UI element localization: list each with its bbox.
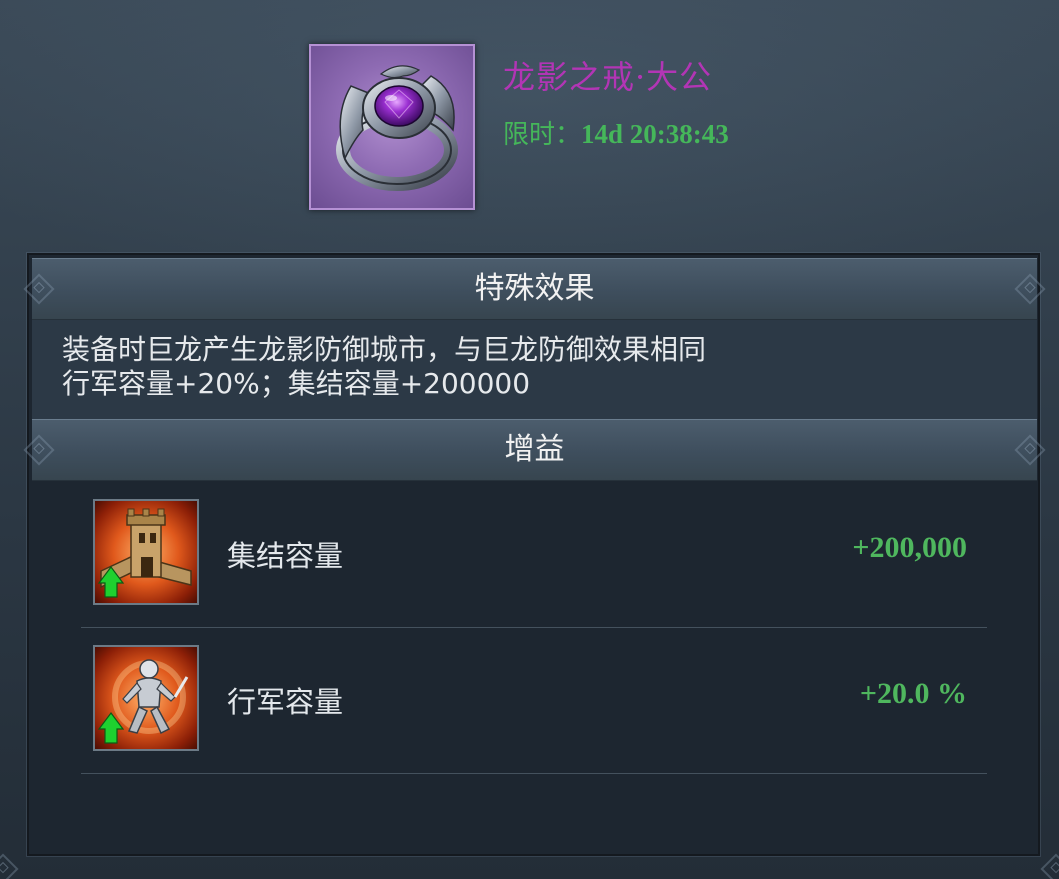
header-ornament-left xyxy=(23,273,55,305)
marching-soldier-icon xyxy=(97,659,189,744)
special-effect-title: 特殊效果 xyxy=(474,271,595,306)
corner-ornament-left xyxy=(0,853,19,879)
corner-ornament-right xyxy=(1040,853,1059,879)
dragon-ring-icon xyxy=(336,65,458,191)
header-ornament-right xyxy=(1014,273,1046,305)
rally-capacity-icon xyxy=(93,499,199,605)
effects-panel: 特殊效果 装备时巨龙产生龙影防御城市，与巨龙防御效果相同 行军容量+20%；集结… xyxy=(23,253,1046,856)
castle-tower-icon xyxy=(97,508,192,598)
item-name: 龙影之戒·大公 xyxy=(503,58,713,96)
buff-value: +200,000 xyxy=(852,531,967,564)
gain-header: 增益 xyxy=(23,419,1046,481)
description-line: 行军容量+20%；集结容量+200000 xyxy=(62,367,531,400)
limited-time-timer: 限时：14d 20:38:43 xyxy=(503,114,729,151)
march-capacity-icon xyxy=(93,645,199,751)
buff-name: 行军容量 xyxy=(227,685,344,719)
special-effect-description: 装备时巨龙产生龙影防御城市，与巨龙防御效果相同 行军容量+20%；集结容量+20… xyxy=(32,320,1037,419)
timer-value: 14d 20:38:43 xyxy=(581,119,729,149)
buff-row-march-capacity: 行军容量 +20.0 % xyxy=(81,627,987,774)
item-detail-page: 龙影之戒·大公 限时：14d 20:38:43 特殊效果 装备时巨龙产生龙影防御… xyxy=(0,0,1059,879)
timer-label: 限时： xyxy=(503,120,582,150)
gain-title: 增益 xyxy=(504,432,565,467)
buff-name: 集结容量 xyxy=(227,539,344,573)
header-ornament-left xyxy=(23,434,55,466)
special-effect-header: 特殊效果 xyxy=(23,258,1046,320)
header-ornament-right xyxy=(1014,434,1046,466)
buff-row-rally-capacity: 集结容量 +200,000 xyxy=(81,481,987,628)
item-icon-frame xyxy=(309,44,475,210)
buff-value: +20.0 % xyxy=(859,677,967,710)
